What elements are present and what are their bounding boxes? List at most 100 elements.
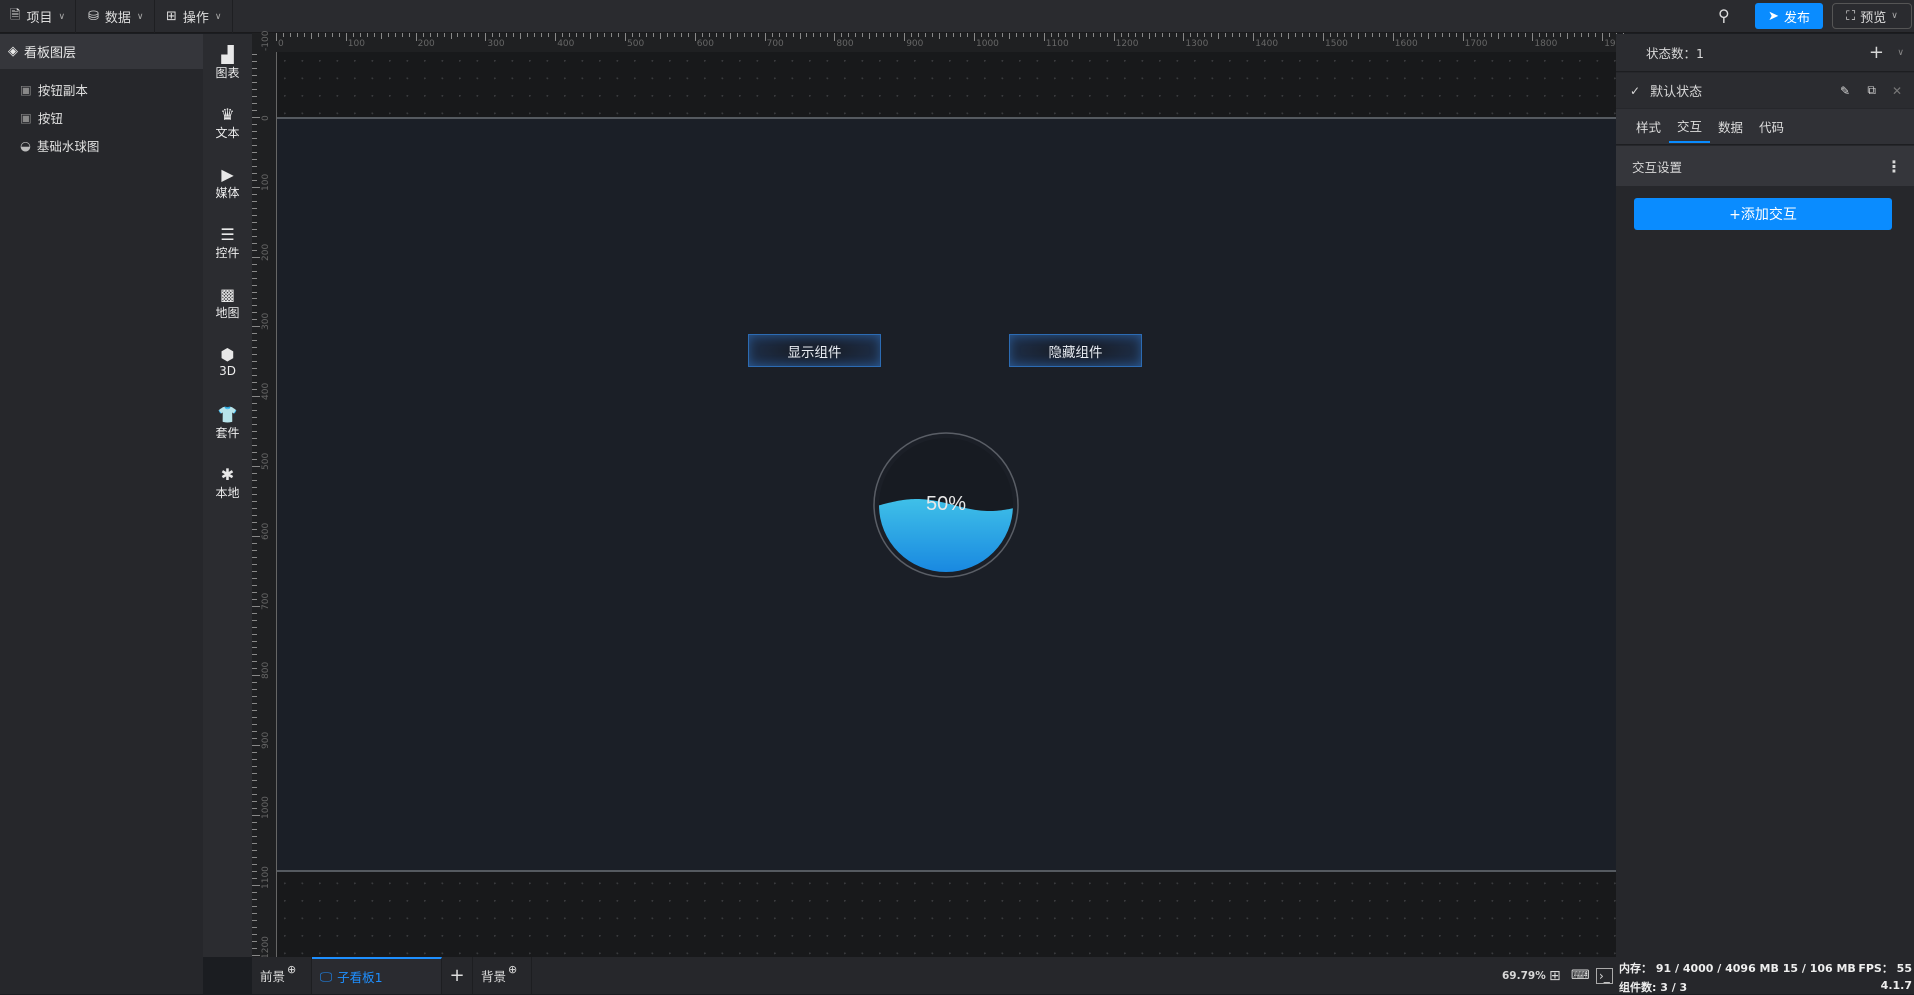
ruler-tick xyxy=(1595,33,1597,37)
ruler-tick xyxy=(252,689,257,691)
ruler-tick xyxy=(380,33,382,39)
ruler-tick xyxy=(252,773,257,775)
tab-style[interactable]: 样式 xyxy=(1628,111,1669,143)
publish-button[interactable]: ➤ 发布 xyxy=(1755,3,1823,29)
show-component-button[interactable]: 显示组件 xyxy=(748,334,881,367)
ruler-tick xyxy=(1064,33,1066,37)
add-board-button[interactable]: + xyxy=(442,957,473,994)
ruler-tick xyxy=(1469,33,1471,37)
tool-text[interactable]: ♛ 文本 xyxy=(203,106,252,141)
ruler-tick xyxy=(252,249,257,251)
ruler-tick xyxy=(252,110,257,112)
zoom-level[interactable]: 69.79% xyxy=(1502,970,1546,982)
ruler-tick xyxy=(659,33,661,39)
ruler-tick xyxy=(252,354,257,356)
tool-chart[interactable]: ▟ 图表 xyxy=(203,46,252,81)
fit-screen-icon[interactable]: ⊞ xyxy=(1549,968,1561,984)
ruler-tick xyxy=(1581,33,1583,37)
close-icon[interactable]: ✕ xyxy=(1892,84,1902,98)
ruler-tick xyxy=(1476,33,1478,37)
layers-icon: ◈ xyxy=(8,44,18,59)
ruler-tick xyxy=(252,347,257,349)
layer-item[interactable]: ◒ 基础水球图 xyxy=(0,131,203,159)
tool-media[interactable]: ▶ 媒体 xyxy=(203,166,252,201)
ruler-vertical[interactable]: -100 0 100 200 300 400 500 600 700 800 900 1000 1100… xyxy=(252,31,276,959)
copy-icon[interactable]: ⧉ xyxy=(1867,83,1876,98)
ruler-tick xyxy=(252,738,257,740)
add-circle-icon[interactable]: ⊕ xyxy=(508,963,517,976)
ruler-tick xyxy=(638,33,640,37)
ruler-tick xyxy=(974,33,975,41)
ruler-tick xyxy=(820,33,822,37)
ruler-tick xyxy=(252,193,257,195)
ruler-tick xyxy=(252,340,257,342)
tool-map[interactable]: ▩ 地图 xyxy=(203,286,252,321)
ruler-tick xyxy=(252,535,260,537)
add-state-icon[interactable]: + xyxy=(1869,42,1884,63)
ruler-tick xyxy=(1295,33,1297,37)
ruler-tick xyxy=(252,375,257,377)
ruler-tick xyxy=(1609,33,1611,37)
ruler-tick xyxy=(1106,33,1108,37)
tab-background[interactable]: 背景 ⊕ xyxy=(473,957,532,994)
ruler-tick xyxy=(252,528,257,530)
search-icon[interactable]: ⚲ xyxy=(1718,6,1740,28)
menu-data[interactable]: ⛁ 数据 ∨ xyxy=(78,0,155,33)
liquid-ball-icon: ◒ xyxy=(20,137,31,153)
ruler-tick xyxy=(252,605,260,607)
ruler-tick xyxy=(1043,33,1045,41)
ruler-tick xyxy=(359,33,361,37)
ruler-tick xyxy=(1071,33,1073,37)
layer-item[interactable]: ▣ 按钮副本 xyxy=(0,75,203,103)
ruler-tick xyxy=(252,584,257,586)
tab-code[interactable]: 代码 xyxy=(1751,111,1792,143)
add-interaction-button[interactable]: +添加交互 xyxy=(1634,198,1892,230)
ruler-tick xyxy=(252,298,257,300)
tab-foreground[interactable]: 前景 ⊕ xyxy=(252,957,312,994)
ruler-tick xyxy=(252,619,257,621)
ruler-tick xyxy=(252,326,260,328)
ruler-tick xyxy=(252,696,257,698)
ruler-tick xyxy=(252,424,257,426)
ruler-tick xyxy=(1462,33,1464,41)
tool-3d[interactable]: ⬢ 3D xyxy=(203,346,252,379)
ruler-tick xyxy=(252,403,257,405)
ruler-tick xyxy=(1134,33,1136,37)
ruler-label: 600 xyxy=(261,522,271,540)
ruler-tick xyxy=(652,33,654,37)
tab-data[interactable]: 数据 xyxy=(1710,111,1751,143)
liquid-ball-chart[interactable]: 50% xyxy=(873,432,1019,578)
tool-kit[interactable]: 👕 套件 xyxy=(203,406,252,441)
add-circle-icon[interactable]: ⊕ xyxy=(287,963,296,976)
tab-interaction[interactable]: 交互 xyxy=(1669,111,1711,143)
ruler-tick xyxy=(1518,33,1520,37)
ruler-tick xyxy=(252,821,257,823)
menu-project[interactable]: 🗎 项目 ∨ xyxy=(0,0,77,33)
ruler-tick xyxy=(252,137,257,139)
tool-control[interactable]: ☰ 控件 xyxy=(203,226,252,261)
more-icon[interactable]: ⋮ xyxy=(1886,157,1902,176)
ruler-label: 900 xyxy=(261,732,271,750)
ruler-tick xyxy=(252,200,257,202)
ruler-tick xyxy=(548,33,550,37)
hide-component-button[interactable]: 隐藏组件 xyxy=(1009,334,1142,367)
tab-sub-board[interactable]: 🖵 子看板1 xyxy=(312,957,442,994)
preview-button[interactable]: ⛶ 预览 ∨ xyxy=(1832,3,1912,29)
ruler-horizontal[interactable]: 0 100 200 300 400 500 600 700 800 900 1000 1100 1200… xyxy=(252,33,1627,52)
ruler-tick xyxy=(967,33,969,37)
terminal-icon[interactable]: ›_ xyxy=(1596,967,1613,984)
tool-local[interactable]: ✱ 本地 xyxy=(203,466,252,501)
ruler-tick xyxy=(252,82,257,84)
ruler-tick xyxy=(1413,33,1415,37)
ruler-tick xyxy=(252,396,260,398)
edit-icon[interactable]: ✎ xyxy=(1840,84,1850,98)
layer-item[interactable]: ▣ 按钮 xyxy=(0,103,203,131)
ruler-tick xyxy=(918,33,920,37)
state-item[interactable]: ✓ 默认状态 ✎ ⧉ ✕ xyxy=(1616,73,1914,108)
menu-operate[interactable]: ⊞ 操作 ∨ xyxy=(156,0,233,33)
keyboard-icon[interactable]: ⌨ xyxy=(1571,968,1590,983)
ruler-tick xyxy=(252,452,257,454)
liquid-label: 50% xyxy=(926,493,966,515)
chevron-down-icon[interactable]: ∨ xyxy=(1897,48,1904,58)
ruler-tick xyxy=(1155,33,1157,37)
